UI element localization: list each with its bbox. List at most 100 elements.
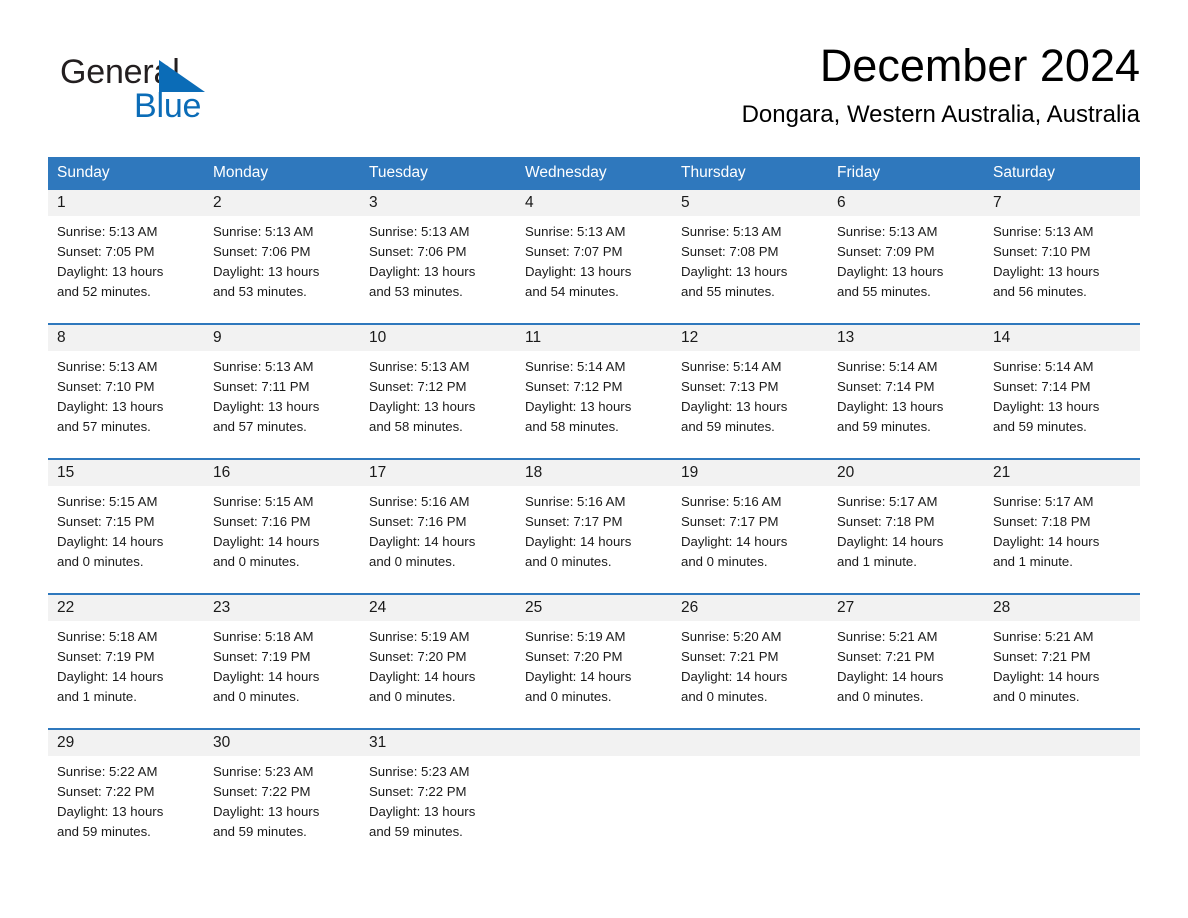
day-cell[interactable]: 2 Sunrise: 5:13 AM Sunset: 7:06 PM Daylight…	[204, 190, 360, 323]
day-cell[interactable]: 11 Sunrise: 5:14 AM Sunset: 7:12 PM Dayligh…	[516, 325, 672, 458]
day-number: 24	[360, 595, 516, 621]
sunset-text: Sunset: 7:10 PM	[993, 244, 1091, 260]
sunrise-text: Sunrise: 5:22 AM	[57, 764, 158, 779]
sunset-text: Sunset: 7:21 PM	[993, 649, 1091, 665]
day-cell-empty	[516, 730, 672, 844]
daylight-text-line1: Daylight: 14 hours	[57, 669, 164, 685]
day-details: Sunrise: 5:14 AM Sunset: 7:13 PM Daylight:…	[672, 351, 828, 437]
day-cell[interactable]: 6 Sunrise: 5:13 AM Sunset: 7:09 PM Daylight…	[828, 190, 984, 323]
sunrise-text: Sunrise: 5:13 AM	[213, 224, 314, 239]
daylight-text-line1: Daylight: 14 hours	[993, 534, 1100, 550]
weekday-header-row: Sunday Monday Tuesday Wednesday Thursday Frid…	[48, 157, 1140, 188]
sunrise-text: Sunrise: 5:13 AM	[837, 224, 938, 239]
day-cell[interactable]: 1 Sunrise: 5:13 AM Sunset: 7:05 PM Daylight…	[48, 190, 204, 323]
day-number: 8	[48, 325, 204, 351]
day-cell[interactable]: 27 Sunrise: 5:21 AM Sunset: 7:21 PM Dayligh…	[828, 595, 984, 728]
day-cell-empty	[828, 730, 984, 844]
day-cell[interactable]: 17 Sunrise: 5:16 AM Sunset: 7:16 PM Dayligh…	[360, 460, 516, 593]
day-cell[interactable]: 18 Sunrise: 5:16 AM Sunset: 7:17 PM Dayligh…	[516, 460, 672, 593]
day-details: Sunrise: 5:23 AM Sunset: 7:22 PM Daylight:…	[204, 756, 360, 842]
day-number: 10	[360, 325, 516, 351]
daylight-text-line2: and 0 minutes.	[993, 689, 1080, 705]
day-cell[interactable]: 5 Sunrise: 5:13 AM Sunset: 7:08 PM Daylight…	[672, 190, 828, 323]
day-cell[interactable]: 16 Sunrise: 5:15 AM Sunset: 7:16 PM Dayligh…	[204, 460, 360, 593]
sunrise-text: Sunrise: 5:21 AM	[837, 629, 938, 644]
calendar-weeks: 1 Sunrise: 5:13 AM Sunset: 7:05 PM Daylight…	[48, 188, 1140, 844]
sunrise-text: Sunrise: 5:16 AM	[525, 494, 626, 509]
sunrise-text: Sunrise: 5:13 AM	[993, 224, 1094, 239]
daylight-text-line2: and 0 minutes.	[525, 554, 612, 570]
page-title: December 2024	[819, 40, 1140, 91]
daylight-text-line2: and 0 minutes.	[57, 554, 144, 570]
day-cell[interactable]: 31 Sunrise: 5:23 AM Sunset: 7:22 PM Dayligh…	[360, 730, 516, 844]
day-cell[interactable]: 7 Sunrise: 5:13 AM Sunset: 7:10 PM Daylight…	[984, 190, 1140, 323]
day-cell[interactable]: 24 Sunrise: 5:19 AM Sunset: 7:20 PM Dayligh…	[360, 595, 516, 728]
sunset-text: Sunset: 7:21 PM	[837, 649, 935, 665]
day-cell[interactable]: 15 Sunrise: 5:15 AM Sunset: 7:15 PM Dayligh…	[48, 460, 204, 593]
day-cell[interactable]: 19 Sunrise: 5:16 AM Sunset: 7:17 PM Dayligh…	[672, 460, 828, 593]
sunset-text: Sunset: 7:07 PM	[525, 244, 623, 260]
sunrise-text: Sunrise: 5:16 AM	[681, 494, 782, 509]
daylight-text-line1: Daylight: 13 hours	[681, 264, 788, 280]
weekday-header-tuesday: Tuesday	[369, 164, 428, 181]
day-cell[interactable]: 21 Sunrise: 5:17 AM Sunset: 7:18 PM Dayligh…	[984, 460, 1140, 593]
day-cell[interactable]: 3 Sunrise: 5:13 AM Sunset: 7:06 PM Daylight…	[360, 190, 516, 323]
day-cell[interactable]: 10 Sunrise: 5:13 AM Sunset: 7:12 PM Dayligh…	[360, 325, 516, 458]
day-cell[interactable]: 20 Sunrise: 5:17 AM Sunset: 7:18 PM Dayligh…	[828, 460, 984, 593]
sunset-text: Sunset: 7:14 PM	[837, 379, 935, 395]
sunset-text: Sunset: 7:16 PM	[213, 514, 311, 530]
calendar-week-row: 8 Sunrise: 5:13 AM Sunset: 7:10 PM Daylight…	[48, 323, 1140, 458]
day-cell[interactable]: 26 Sunrise: 5:20 AM Sunset: 7:21 PM Dayligh…	[672, 595, 828, 728]
day-cell[interactable]: 25 Sunrise: 5:19 AM Sunset: 7:20 PM Dayligh…	[516, 595, 672, 728]
day-cell[interactable]: 30 Sunrise: 5:23 AM Sunset: 7:22 PM Dayligh…	[204, 730, 360, 844]
sunrise-text: Sunrise: 5:13 AM	[525, 224, 626, 239]
sunrise-text: Sunrise: 5:18 AM	[57, 629, 158, 644]
day-details: Sunrise: 5:15 AM Sunset: 7:15 PM Daylight:…	[48, 486, 204, 572]
day-cell[interactable]: 13 Sunrise: 5:14 AM Sunset: 7:14 PM Dayligh…	[828, 325, 984, 458]
day-details: Sunrise: 5:14 AM Sunset: 7:14 PM Daylight:…	[828, 351, 984, 437]
daylight-text-line2: and 58 minutes.	[525, 419, 619, 435]
sunset-text: Sunset: 7:12 PM	[369, 379, 467, 395]
general-blue-logo[interactable]: General Blue	[60, 52, 280, 128]
day-number: 15	[48, 460, 204, 486]
daylight-text-line2: and 1 minute.	[57, 689, 137, 705]
daylight-text-line1: Daylight: 14 hours	[681, 669, 788, 685]
day-cell[interactable]: 4 Sunrise: 5:13 AM Sunset: 7:07 PM Daylight…	[516, 190, 672, 323]
calendar-week-row: 15 Sunrise: 5:15 AM Sunset: 7:15 PM Dayligh…	[48, 458, 1140, 593]
sunrise-text: Sunrise: 5:19 AM	[525, 629, 626, 644]
day-cell[interactable]: 8 Sunrise: 5:13 AM Sunset: 7:10 PM Daylight…	[48, 325, 204, 458]
day-number: 22	[48, 595, 204, 621]
day-cell[interactable]: 12 Sunrise: 5:14 AM Sunset: 7:13 PM Dayligh…	[672, 325, 828, 458]
day-cell[interactable]: 28 Sunrise: 5:21 AM Sunset: 7:21 PM Dayligh…	[984, 595, 1140, 728]
day-number: 18	[516, 460, 672, 486]
daylight-text-line2: and 0 minutes.	[681, 554, 768, 570]
sunset-text: Sunset: 7:09 PM	[837, 244, 935, 260]
daylight-text-line1: Daylight: 13 hours	[369, 264, 476, 280]
sunrise-text: Sunrise: 5:23 AM	[213, 764, 314, 779]
sunset-text: Sunset: 7:20 PM	[369, 649, 467, 665]
day-details: Sunrise: 5:19 AM Sunset: 7:20 PM Daylight:…	[360, 621, 516, 707]
day-number: 28	[984, 595, 1140, 621]
daylight-text-line1: Daylight: 13 hours	[837, 264, 944, 280]
daylight-text-line2: and 59 minutes.	[57, 824, 151, 840]
day-number: 19	[672, 460, 828, 486]
day-cell[interactable]: 22 Sunrise: 5:18 AM Sunset: 7:19 PM Dayligh…	[48, 595, 204, 728]
daylight-text-line2: and 59 minutes.	[213, 824, 307, 840]
day-cell-empty	[984, 730, 1140, 844]
day-details: Sunrise: 5:22 AM Sunset: 7:22 PM Daylight:…	[48, 756, 204, 842]
day-details: Sunrise: 5:16 AM Sunset: 7:16 PM Daylight:…	[360, 486, 516, 572]
logo-word-blue: Blue	[134, 87, 202, 125]
daylight-text-line1: Daylight: 14 hours	[681, 534, 788, 550]
day-cell[interactable]: 14 Sunrise: 5:14 AM Sunset: 7:14 PM Dayligh…	[984, 325, 1140, 458]
sunrise-text: Sunrise: 5:17 AM	[837, 494, 938, 509]
sunset-text: Sunset: 7:19 PM	[57, 649, 155, 665]
daylight-text-line2: and 59 minutes.	[837, 419, 931, 435]
day-cell[interactable]: 23 Sunrise: 5:18 AM Sunset: 7:19 PM Dayligh…	[204, 595, 360, 728]
sunrise-text: Sunrise: 5:23 AM	[369, 764, 470, 779]
day-cell[interactable]: 29 Sunrise: 5:22 AM Sunset: 7:22 PM Dayligh…	[48, 730, 204, 844]
sunset-text: Sunset: 7:19 PM	[213, 649, 311, 665]
sunset-text: Sunset: 7:21 PM	[681, 649, 779, 665]
sunset-text: Sunset: 7:16 PM	[369, 514, 467, 530]
sunrise-text: Sunrise: 5:17 AM	[993, 494, 1094, 509]
day-cell[interactable]: 9 Sunrise: 5:13 AM Sunset: 7:11 PM Daylight…	[204, 325, 360, 458]
